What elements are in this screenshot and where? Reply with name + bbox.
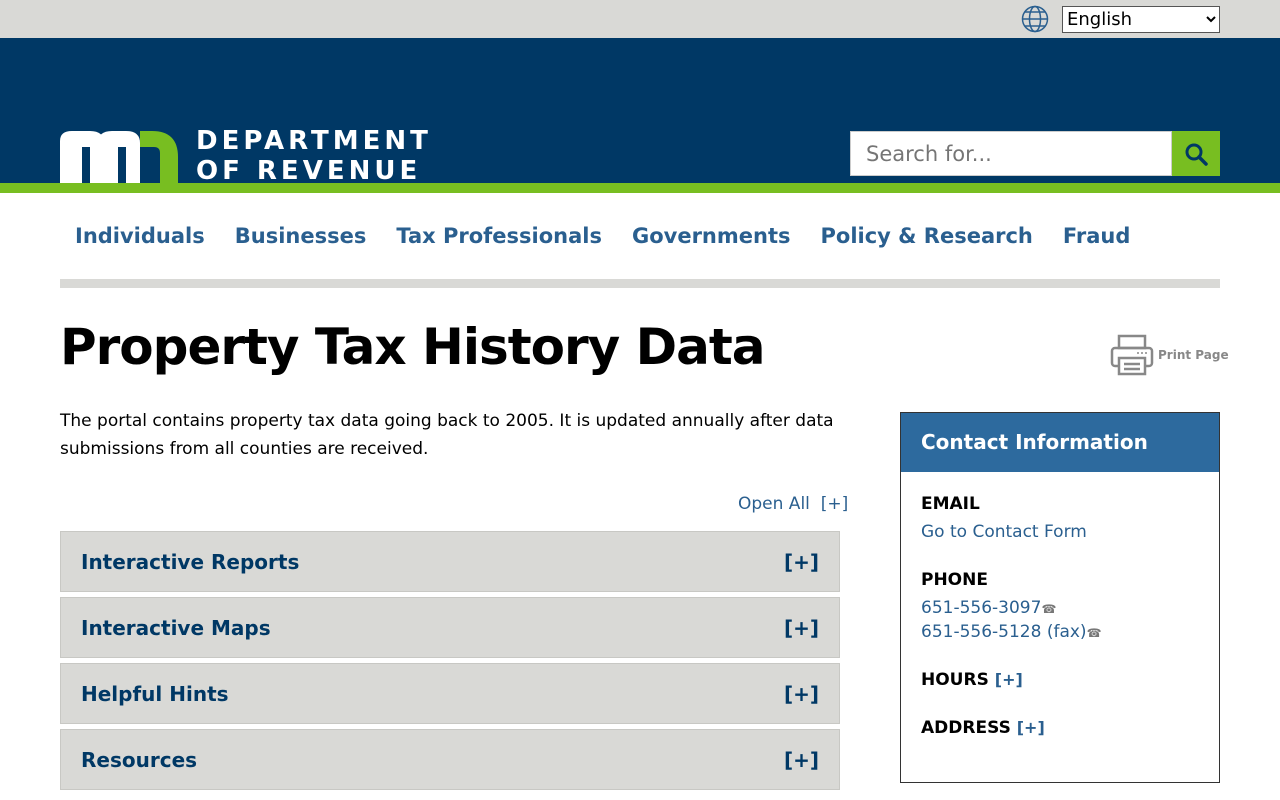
nav-businesses[interactable]: Businesses <box>235 224 367 248</box>
accordion-label: Interactive Reports <box>81 549 300 574</box>
search-form <box>850 131 1220 176</box>
phone-icon: ☎ <box>1086 626 1102 640</box>
address-label: ADDRESS <box>921 718 1011 738</box>
fax-number: 651-556-5128 (fax) <box>921 622 1087 642</box>
hours-row[interactable]: HOURS [+] <box>921 670 1199 690</box>
hours-label: HOURS <box>921 670 989 690</box>
nav-policy-research[interactable]: Policy & Research <box>821 224 1033 248</box>
nav-tax-professionals[interactable]: Tax Professionals <box>396 224 602 248</box>
search-icon <box>1185 143 1208 166</box>
accordion-helpful-hints[interactable]: Helpful Hints [+] <box>60 663 840 724</box>
contact-form-link[interactable]: Go to Contact Form <box>921 522 1199 542</box>
accordion-label: Resources <box>81 747 198 772</box>
nav-fraud[interactable]: Fraud <box>1063 224 1131 248</box>
expand-toggle[interactable]: [+] <box>784 616 819 640</box>
mn-logo-icon <box>60 131 178 183</box>
email-label: EMAIL <box>921 494 980 514</box>
fax-link[interactable]: 651-556-5128 (fax)☎ <box>921 622 1199 642</box>
logo-text-revenue: OF REVENUE <box>196 156 422 186</box>
expand-toggle[interactable]: [+] <box>784 682 819 706</box>
search-button[interactable] <box>1172 131 1220 176</box>
open-all-link[interactable]: Open All [+] <box>738 494 848 514</box>
accordion-interactive-maps[interactable]: Interactive Maps [+] <box>60 597 840 658</box>
contact-title: Contact Information <box>901 413 1219 472</box>
phone-number: 651-556-3097 <box>921 598 1042 618</box>
print-page-button[interactable]: Print Page <box>1110 334 1229 376</box>
expand-toggle[interactable]: [+] <box>784 748 819 772</box>
phone-label: PHONE <box>921 570 988 590</box>
address-row[interactable]: ADDRESS [+] <box>921 718 1199 738</box>
print-page-label: Print Page <box>1158 348 1229 362</box>
page-title: Property Tax History Data <box>60 318 766 376</box>
search-input[interactable] <box>850 131 1172 176</box>
accordion-label: Helpful Hints <box>81 681 229 706</box>
accordion-resources[interactable]: Resources [+] <box>60 729 840 790</box>
nav-individuals[interactable]: Individuals <box>75 224 205 248</box>
contact-info-panel: Contact Information EMAIL Go to Contact … <box>900 412 1220 783</box>
globe-icon <box>1021 5 1049 33</box>
printer-icon <box>1110 334 1154 376</box>
accordion-interactive-reports[interactable]: Interactive Reports [+] <box>60 531 840 592</box>
address-toggle[interactable]: [+] <box>1017 718 1045 737</box>
accordion-label: Interactive Maps <box>81 615 271 640</box>
phone-icon: ☎ <box>1041 602 1057 616</box>
utility-bar: English <box>0 0 1280 38</box>
hours-toggle[interactable]: [+] <box>995 670 1023 689</box>
intro-text: The portal contains property tax data go… <box>60 411 834 459</box>
logo[interactable]: DEPARTMENT OF REVENUE <box>60 126 432 186</box>
site-header: DEPARTMENT OF REVENUE <box>0 38 1280 193</box>
expand-toggle[interactable]: [+] <box>784 550 819 574</box>
phone-link[interactable]: 651-556-3097☎ <box>921 598 1199 618</box>
nav-governments[interactable]: Governments <box>632 224 791 248</box>
main-nav: Individuals Businesses Tax Professionals… <box>60 193 1220 288</box>
language-select[interactable]: English <box>1062 6 1220 33</box>
logo-text-department: DEPARTMENT <box>196 126 432 156</box>
